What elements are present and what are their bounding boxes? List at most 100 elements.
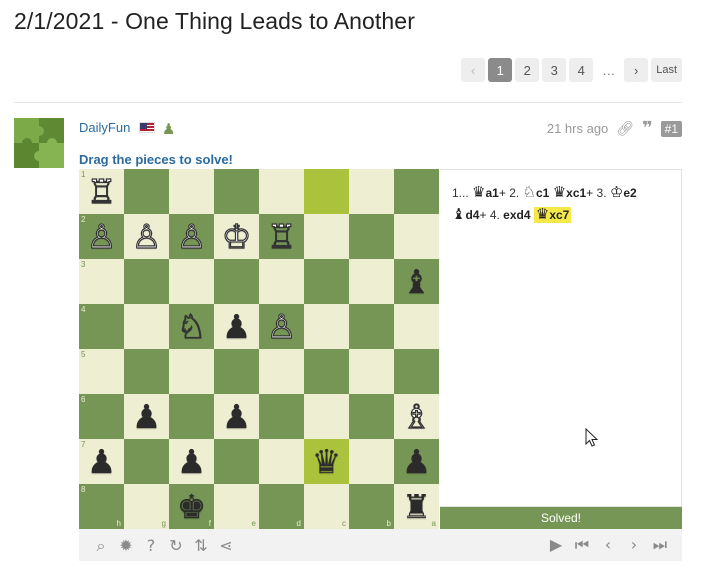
previous-move-icon[interactable]: ‹ <box>600 535 616 555</box>
chess-piece[interactable]: ♔ <box>221 219 252 253</box>
board-square[interactable] <box>304 169 349 214</box>
pagination-next-button[interactable]: › <box>624 58 649 82</box>
board-square[interactable]: ♟ <box>394 439 439 484</box>
board-square[interactable]: ♙ <box>124 214 169 259</box>
move[interactable]: ♛xc1 <box>553 183 586 201</box>
move[interactable]: ♘c1 <box>523 183 550 201</box>
board-square[interactable]: ♝ <box>394 259 439 304</box>
board-square[interactable]: f ♚ <box>169 484 214 529</box>
board-square[interactable] <box>124 349 169 394</box>
board-square[interactable]: b <box>349 484 394 529</box>
board-square[interactable]: ♛ <box>304 439 349 484</box>
post-number[interactable]: #1 <box>660 120 682 137</box>
board-square[interactable]: ♙ <box>169 214 214 259</box>
board-square[interactable] <box>394 169 439 214</box>
play-icon[interactable]: ▶ <box>548 535 564 555</box>
board-square[interactable] <box>394 304 439 349</box>
board-square[interactable]: ♙ <box>259 304 304 349</box>
board-square[interactable]: 3 <box>79 259 124 304</box>
board-square[interactable] <box>349 439 394 484</box>
move[interactable]: ♛xc7 <box>533 205 572 223</box>
flip-icon[interactable]: ⇅ <box>193 536 209 556</box>
board-square[interactable]: ♖ <box>259 214 304 259</box>
board-square[interactable]: ♗ <box>394 394 439 439</box>
help-icon[interactable]: ? <box>143 536 159 556</box>
board-square[interactable] <box>349 394 394 439</box>
move[interactable]: ♝d4 <box>452 205 479 223</box>
board-square[interactable] <box>304 259 349 304</box>
board-square[interactable] <box>349 259 394 304</box>
analysis-icon[interactable]: ⌕ <box>93 536 109 556</box>
board-square[interactable] <box>304 349 349 394</box>
chess-piece[interactable]: ♖ <box>266 219 297 253</box>
board-square[interactable]: 8h <box>79 484 124 529</box>
hint-icon[interactable]: ✹ <box>118 536 134 556</box>
board-square[interactable] <box>124 304 169 349</box>
board-square[interactable] <box>259 259 304 304</box>
board-square[interactable] <box>394 214 439 259</box>
chess-piece[interactable]: ♙ <box>176 219 207 253</box>
board-square[interactable] <box>214 169 259 214</box>
board-square[interactable]: d <box>259 484 304 529</box>
pagination-page-4[interactable]: 4 <box>569 58 594 82</box>
retry-icon[interactable]: ↻ <box>168 536 184 556</box>
board-square[interactable]: e <box>214 484 259 529</box>
pagination-prev-button[interactable]: ‹ <box>461 58 486 82</box>
chess-piece[interactable]: ♟ <box>222 310 252 343</box>
board-square[interactable]: c <box>304 484 349 529</box>
board-square[interactable] <box>304 394 349 439</box>
chess-piece[interactable]: ♖ <box>86 174 117 208</box>
chess-piece[interactable]: ♛ <box>312 445 342 478</box>
move[interactable]: ♔e2 <box>610 183 637 201</box>
board-square[interactable] <box>259 349 304 394</box>
next-move-icon[interactable]: › <box>626 535 642 555</box>
board-square[interactable] <box>124 439 169 484</box>
pagination-last-button[interactable]: Last <box>651 58 682 82</box>
last-move-icon[interactable]: ⏭ <box>652 535 668 555</box>
chess-piece[interactable]: ♝ <box>402 265 432 298</box>
move[interactable]: ♛a1 <box>472 183 499 201</box>
chess-piece[interactable]: ♜ <box>402 490 432 523</box>
board-square[interactable] <box>169 394 214 439</box>
board-square[interactable] <box>169 169 214 214</box>
board-square[interactable]: ♟ <box>214 304 259 349</box>
board-square[interactable]: 6 <box>79 394 124 439</box>
board-square[interactable] <box>124 169 169 214</box>
board-square[interactable]: ♔ <box>214 214 259 259</box>
link-icon[interactable]: 🔗︎ <box>616 120 634 137</box>
board-square[interactable]: a ♜ <box>394 484 439 529</box>
board-square[interactable] <box>349 214 394 259</box>
chess-piece[interactable]: ♟ <box>222 400 252 433</box>
board-square[interactable] <box>394 349 439 394</box>
chess-piece[interactable]: ♟ <box>87 445 117 478</box>
avatar[interactable] <box>14 118 64 168</box>
board-square[interactable]: 5 <box>79 349 124 394</box>
quote-icon[interactable]: ❞ <box>642 118 653 139</box>
chess-piece[interactable]: ♚ <box>177 490 207 523</box>
board-square[interactable] <box>214 259 259 304</box>
board-square[interactable] <box>124 259 169 304</box>
pagination-page-1[interactable]: 1 <box>488 58 513 82</box>
board-square[interactable] <box>259 169 304 214</box>
board-square[interactable]: 4 <box>79 304 124 349</box>
board-square[interactable]: 2 ♙ <box>79 214 124 259</box>
chess-piece[interactable]: ♙ <box>266 309 297 343</box>
board-square[interactable]: ♟ <box>214 394 259 439</box>
board-square[interactable] <box>214 349 259 394</box>
chess-piece[interactable]: ♘ <box>176 309 207 343</box>
board-square[interactable] <box>169 259 214 304</box>
board-square[interactable] <box>349 169 394 214</box>
chess-board[interactable]: 1 ♖ 2 ♙ ♙ ♙ ♔ ♖ 3 ♝ 4 ♘ ♟ ♙ 5 6 ♟ ♟ ♗ 7 ♟ ♟ ♛ ♟ 8 h g f ♚ e d c b a ♜ <box>79 169 440 529</box>
board-square[interactable] <box>349 304 394 349</box>
board-square[interactable]: 1 ♖ <box>79 169 124 214</box>
board-square[interactable] <box>214 439 259 484</box>
chess-piece[interactable]: ♟ <box>132 400 162 433</box>
board-square[interactable]: ♟ <box>169 439 214 484</box>
board-square[interactable]: 7 ♟ <box>79 439 124 484</box>
move[interactable]: exd4 <box>503 208 530 222</box>
board-square[interactable] <box>349 349 394 394</box>
pagination-page-3[interactable]: 3 <box>542 58 567 82</box>
board-square[interactable] <box>259 439 304 484</box>
pagination-page-2[interactable]: 2 <box>515 58 540 82</box>
chess-piece[interactable]: ♟ <box>402 445 432 478</box>
